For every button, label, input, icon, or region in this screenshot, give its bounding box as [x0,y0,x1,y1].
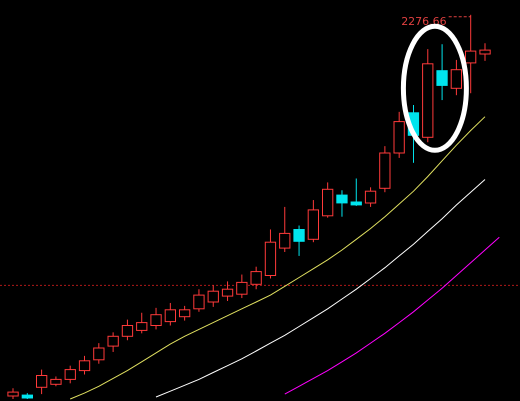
candle-body [307,209,320,240]
candle-body [465,50,477,64]
candle-body [379,152,391,189]
candle-body [479,49,491,55]
candle-body [50,378,62,385]
candle-body [21,394,34,399]
candle-body [436,70,448,86]
candle-body [350,201,362,206]
candle-body [264,241,277,276]
candle-body [422,63,434,138]
candle-body [193,294,205,310]
candle [379,146,391,193]
candle-body [336,194,348,204]
candle-body [121,325,134,337]
candle-body [279,232,291,249]
candle-body [364,190,377,204]
candlestick-chart: 2276.66 [0,0,520,401]
candle-body [36,375,48,388]
candle-body [7,391,19,397]
candle-body [236,281,248,295]
candle-body [107,335,119,347]
candle-body [393,121,405,154]
candle-body [136,322,148,331]
candle-body [150,314,162,327]
candle-body [164,309,176,323]
candle-body [221,288,234,297]
candle-body [93,347,105,361]
candle-body [207,290,219,303]
candle-body [179,309,191,318]
candle-body [250,271,262,285]
candle-body [64,369,76,380]
candle-body [293,229,305,242]
candle-body [450,69,463,89]
candle-body [78,360,91,372]
candle-body [322,188,334,217]
